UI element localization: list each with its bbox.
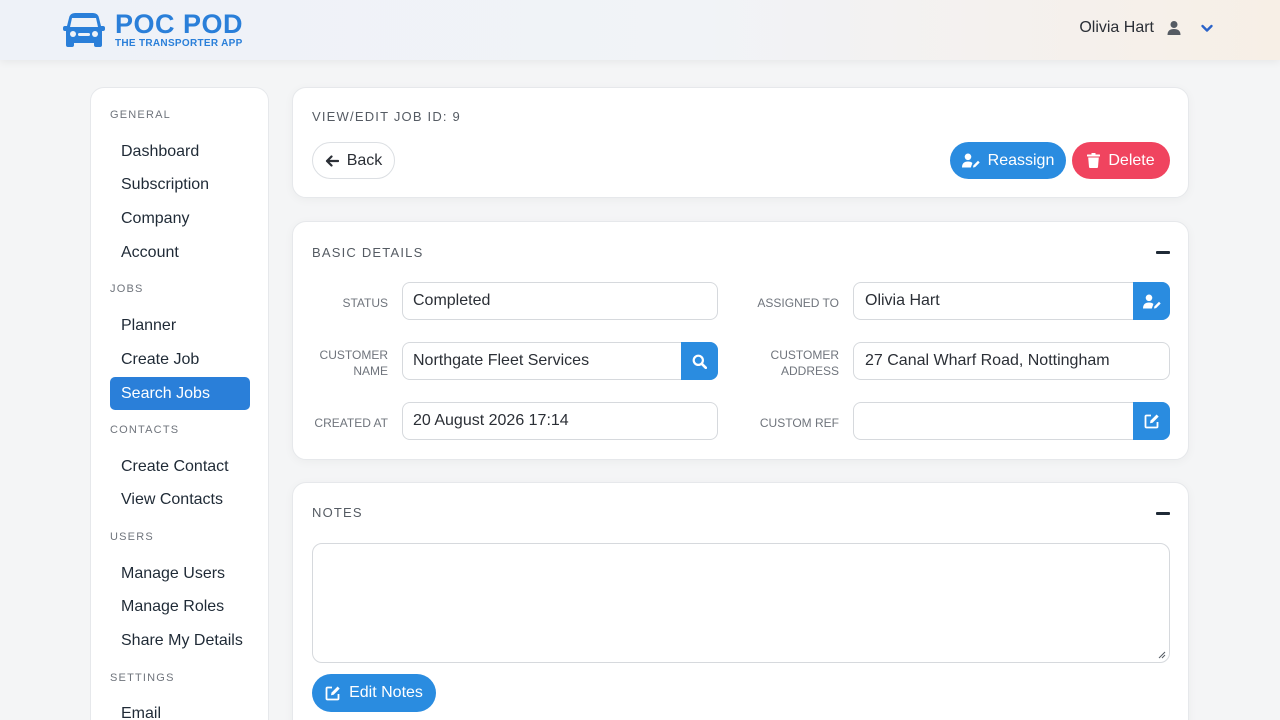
created-at-field[interactable]: 20 August 2026 17:14: [402, 402, 718, 440]
edit-icon: [1144, 414, 1159, 429]
edit-custom-ref-button[interactable]: [1133, 402, 1170, 440]
trash-icon: [1087, 153, 1101, 168]
sidebar-section-settings: SETTINGS: [110, 672, 175, 684]
sidebar-item-manage-users[interactable]: Manage Users: [110, 557, 250, 590]
back-label: Back: [346, 151, 383, 169]
sidebar-item-create-contact[interactable]: Create Contact: [110, 450, 250, 483]
page-title: VIEW/EDIT JOB ID: 9: [312, 109, 461, 124]
user-name: Olivia Hart: [1079, 19, 1154, 36]
collapse-notes-icon[interactable]: [1156, 512, 1170, 515]
edit-notes-button[interactable]: Edit Notes: [312, 674, 436, 712]
job-header-card: VIEW/EDIT JOB ID: 9 Back Reassign Delete: [292, 87, 1189, 198]
sidebar-item-share-my-details[interactable]: Share My Details: [110, 624, 250, 657]
sidebar-section-contacts: CONTACTS: [110, 424, 180, 436]
customer-address-label-line-2: ADDRESS: [780, 364, 839, 378]
van-logo-icon: [63, 12, 105, 47]
search-customer-button[interactable]: [681, 342, 718, 380]
sidebar-section-jobs: JOBS: [110, 283, 144, 295]
customer-name-value: Northgate Fleet Services: [413, 352, 590, 369]
arrow-left-icon: [325, 154, 339, 167]
back-button[interactable]: Back: [312, 142, 395, 179]
resize-grip-icon[interactable]: [1158, 651, 1166, 659]
sidebar-item-subscription[interactable]: Subscription: [110, 168, 250, 201]
custom-ref-label: CUSTOM REF: [759, 416, 839, 430]
chevron-down-icon[interactable]: [1200, 21, 1214, 35]
delete-label: Delete: [1108, 151, 1155, 169]
customer-name-field[interactable]: Northgate Fleet Services: [402, 342, 718, 380]
app-title: POC POD: [115, 9, 244, 39]
sidebar-section-users: USERS: [110, 531, 154, 543]
sidebar-item-manage-roles[interactable]: Manage Roles: [110, 590, 250, 623]
user-edit-icon: [961, 153, 980, 168]
search-icon: [692, 354, 707, 369]
assigned-to-label: ASSIGNED TO: [757, 296, 839, 310]
sidebar: GENERAL Dashboard Subscription Company A…: [90, 87, 269, 720]
person-icon: [1167, 21, 1181, 35]
notes-title: NOTES: [312, 505, 363, 520]
sidebar-item-search-jobs[interactable]: Search Jobs: [110, 377, 250, 410]
edit-icon: [325, 686, 340, 701]
sidebar-item-account[interactable]: Account: [110, 236, 250, 269]
top-bar: POC POD THE TRANSPORTER APP Olivia Hart: [0, 0, 1280, 60]
notes-textarea[interactable]: [312, 543, 1170, 663]
status-label: STATUS: [342, 296, 388, 310]
assign-user-button[interactable]: [1133, 282, 1170, 320]
sidebar-item-create-job[interactable]: Create Job: [110, 343, 250, 376]
reassign-button[interactable]: Reassign: [950, 142, 1066, 179]
app-subtitle: THE TRANSPORTER APP: [115, 38, 243, 49]
edit-notes-label: Edit Notes: [349, 684, 423, 701]
reassign-label: Reassign: [987, 151, 1055, 169]
sidebar-item-planner[interactable]: Planner: [110, 309, 250, 342]
customer-address-label: CUSTOMER ADDRESS: [743, 347, 839, 379]
customer-address-label-line-1: CUSTOMER: [770, 348, 839, 362]
basic-details-card: BASIC DETAILS STATUS Completed ASSIGNED …: [292, 221, 1189, 460]
sidebar-item-view-contacts[interactable]: View Contacts: [110, 483, 250, 516]
sidebar-item-dashboard[interactable]: Dashboard: [110, 135, 250, 168]
custom-ref-field[interactable]: [853, 402, 1170, 440]
status-field[interactable]: Completed: [402, 282, 718, 320]
sidebar-item-company[interactable]: Company: [110, 202, 250, 235]
customer-address-field[interactable]: 27 Canal Wharf Road, Nottingham: [853, 342, 1170, 380]
notes-card: NOTES Edit Notes: [292, 482, 1189, 720]
assigned-to-field[interactable]: Olivia Hart: [853, 282, 1170, 320]
user-edit-icon: [1142, 294, 1161, 308]
collapse-basic-details-icon[interactable]: [1156, 251, 1170, 254]
delete-button[interactable]: Delete: [1072, 142, 1170, 179]
created-at-label: CREATED AT: [314, 416, 388, 430]
app-logo[interactable]: POC POD THE TRANSPORTER APP: [63, 11, 243, 50]
basic-details-title: BASIC DETAILS: [312, 245, 424, 260]
customer-name-label-line-1: CUSTOMER: [319, 348, 388, 362]
customer-name-label-line-2: NAME: [353, 364, 388, 378]
sidebar-section-general: GENERAL: [110, 109, 171, 121]
user-menu[interactable]: Olivia Hart: [1079, 19, 1214, 37]
assigned-to-value: Olivia Hart: [865, 292, 940, 309]
customer-name-label: CUSTOMER NAME: [312, 347, 388, 379]
sidebar-item-email[interactable]: Email: [110, 697, 250, 720]
